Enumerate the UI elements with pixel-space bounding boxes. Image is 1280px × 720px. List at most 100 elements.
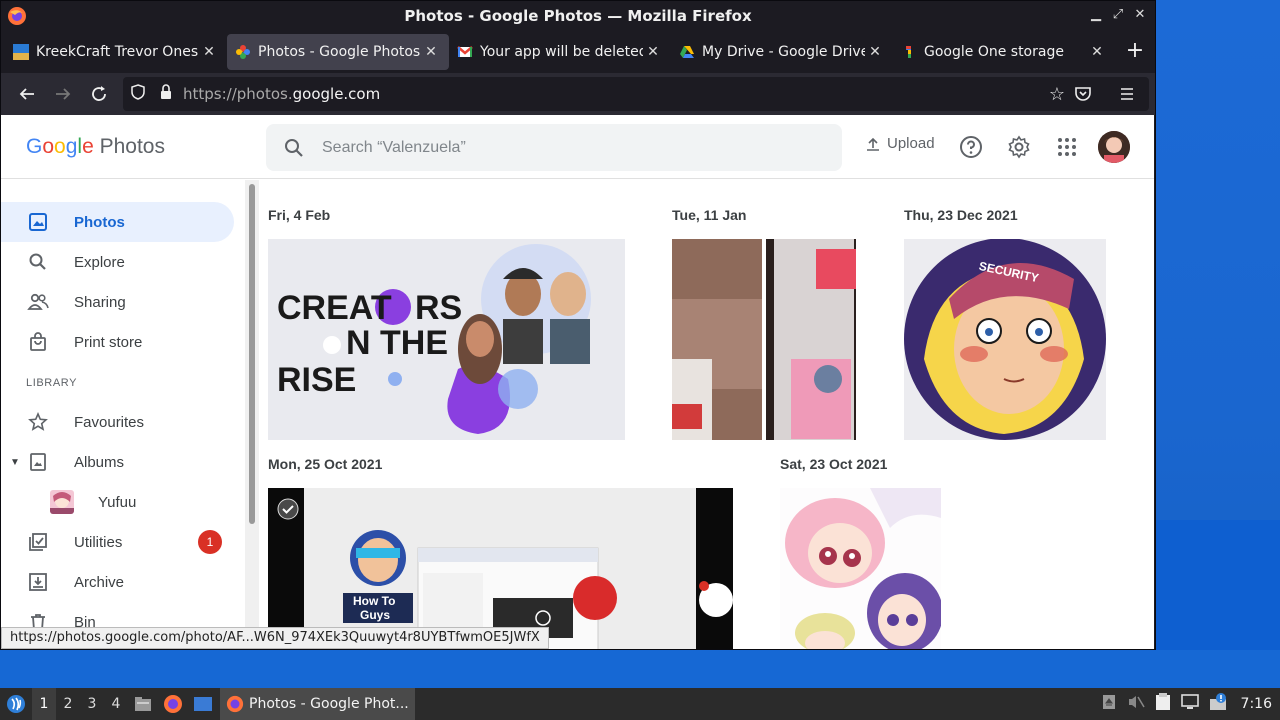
sidebar-item-label: Yufuu <box>98 493 137 511</box>
notification-badge: 1 <box>198 530 222 554</box>
google-photos-logo[interactable]: Google Photos <box>26 135 165 159</box>
lock-icon[interactable] <box>153 84 179 104</box>
clipboard-icon[interactable] <box>1155 693 1171 715</box>
workspace-1[interactable]: 1 <box>32 688 56 720</box>
title-bar: Photos - Google Photos — Mozilla Firefox… <box>1 1 1155 31</box>
photo-thumbnail[interactable]: CREAT RS N THE RISE <box>268 239 625 440</box>
firefox-launcher-icon[interactable] <box>158 694 188 714</box>
close-tab-icon[interactable]: ✕ <box>421 44 441 60</box>
sidebar-item-archive[interactable]: Archive <box>1 562 234 602</box>
maximize-button[interactable]: ⤢ <box>1109 5 1127 25</box>
menu-button[interactable] <box>1109 76 1145 112</box>
desktop-icon[interactable] <box>188 696 218 712</box>
tab-label: KreekCraft Trevor Onesie <box>36 44 199 60</box>
people-icon <box>26 290 50 314</box>
display-icon[interactable] <box>1180 694 1199 714</box>
sidebar-item-favourites[interactable]: Favourites <box>1 402 234 442</box>
photo-thumbnail[interactable] <box>780 488 941 649</box>
tab-label: Photos - Google Photos <box>258 44 421 60</box>
url-domain: google.com <box>292 85 381 103</box>
photo-thumbnail[interactable] <box>766 239 856 440</box>
logo-photos-text: Photos <box>99 135 165 158</box>
sidebar-item-photos[interactable]: Photos <box>1 202 234 242</box>
volume-muted-icon[interactable] <box>1127 694 1145 714</box>
album-thumb <box>50 490 74 514</box>
date-heading: Tue, 11 Jan <box>672 207 747 223</box>
sidebar-item-label: Utilities <box>74 533 123 551</box>
app-header: Google Photos Search “Valenzuela” Upload <box>1 115 1154 179</box>
back-button[interactable] <box>9 76 45 112</box>
apps-grid-icon[interactable] <box>1055 135 1079 159</box>
workspace-4[interactable]: 4 <box>104 696 128 712</box>
tab-label: Your app will be deleted <box>480 44 643 60</box>
taskbar-app-firefox[interactable]: Photos - Google Phot... <box>220 688 415 720</box>
close-window-button[interactable]: ✕ <box>1131 5 1149 25</box>
workspace-3[interactable]: 3 <box>80 696 104 712</box>
tab-google-drive[interactable]: My Drive - Google Drive ✕ <box>671 34 893 70</box>
workspace-2[interactable]: 2 <box>56 696 80 712</box>
tab-strip: KreekCraft Trevor Onesie ✕ Photos - Goog… <box>1 31 1155 73</box>
forward-button[interactable] <box>45 76 81 112</box>
sidebar-item-yufuu[interactable]: Yufuu <box>1 482 234 522</box>
sidebar-item-label: Albums <box>74 453 125 471</box>
tracking-shield-icon[interactable] <box>123 84 153 104</box>
gmail-icon <box>457 46 473 57</box>
minimize-button[interactable]: ▁ <box>1087 5 1105 25</box>
tab-gmail[interactable]: Your app will be deleted ✕ <box>449 34 671 70</box>
scrollbar-thumb[interactable] <box>249 184 255 524</box>
sidebar-scrollbar[interactable] <box>245 180 259 649</box>
close-tab-icon[interactable]: ✕ <box>865 44 885 60</box>
url-prefix: https://photos. <box>183 85 293 103</box>
bookmark-star-icon[interactable]: ☆ <box>1049 84 1065 105</box>
select-checkmark-icon[interactable] <box>277 498 299 520</box>
help-icon[interactable] <box>959 135 983 159</box>
taskbar-app-label: Photos - Google Phot... <box>249 696 409 712</box>
sidebar-item-albums[interactable]: ▼ Albums <box>1 442 234 482</box>
file-manager-icon[interactable] <box>128 696 158 712</box>
photo-thumbnail[interactable]: How To Guys <box>268 488 733 649</box>
photo-thumbnail[interactable]: SECURITY <box>904 239 1106 440</box>
photo-image: How To Guys <box>268 488 733 649</box>
url-text: https://photos.google.com <box>183 85 380 103</box>
reload-button[interactable] <box>81 76 117 112</box>
tab-kreekcraft[interactable]: KreekCraft Trevor Onesie ✕ <box>5 34 227 70</box>
network-update-icon[interactable] <box>1209 693 1227 715</box>
google-drive-icon <box>680 46 694 58</box>
account-avatar[interactable] <box>1098 131 1130 163</box>
photo-thumbnail[interactable] <box>672 239 762 440</box>
clock[interactable]: 7:16 <box>1241 696 1272 712</box>
start-menu-icon[interactable] <box>0 694 32 714</box>
tab-label: My Drive - Google Drive <box>702 44 865 60</box>
sidebar-item-label: Favourites <box>74 413 145 431</box>
upload-button[interactable]: Upload <box>865 135 935 152</box>
close-tab-icon[interactable]: ✕ <box>643 44 663 60</box>
close-tab-icon[interactable]: ✕ <box>199 44 219 60</box>
photo-image <box>766 239 856 440</box>
sidebar-item-utilities[interactable]: Utilities 1 <box>1 522 234 562</box>
creators-text: N THE <box>346 324 448 362</box>
tab-label: Google One storage <box>924 44 1064 60</box>
sidebar-item-label: Sharing <box>74 293 126 311</box>
search-placeholder: Search “Valenzuela” <box>322 138 466 156</box>
album-icon <box>26 450 50 474</box>
pocket-button[interactable] <box>1065 76 1101 112</box>
date-heading: Mon, 25 Oct 2021 <box>268 456 383 472</box>
date-heading: Thu, 23 Dec 2021 <box>904 207 1018 223</box>
tab-google-one[interactable]: Google One storage ✕ <box>893 34 1115 70</box>
sidebar-item-explore[interactable]: Explore <box>1 242 234 282</box>
expand-caret-icon[interactable]: ▼ <box>10 457 20 468</box>
close-tab-icon[interactable]: ✕ <box>1087 44 1107 60</box>
eject-icon[interactable] <box>1101 694 1117 714</box>
search-input[interactable]: Search “Valenzuela” <box>266 124 842 171</box>
url-bar[interactable]: https://photos.google.com ☆ <box>123 77 1149 111</box>
photo-image: CREAT RS N THE RISE <box>268 239 625 440</box>
sidebar-item-sharing[interactable]: Sharing <box>1 282 234 322</box>
sidebar-item-print-store[interactable]: Print store <box>1 322 234 362</box>
date-heading: Sat, 23 Oct 2021 <box>780 456 888 472</box>
creators-text: CREAT <box>277 289 392 327</box>
settings-gear-icon[interactable] <box>1007 135 1031 159</box>
forward-arrow-icon <box>56 88 71 100</box>
new-tab-button[interactable]: + <box>1115 34 1155 70</box>
tab-google-photos[interactable]: Photos - Google Photos ✕ <box>227 34 449 70</box>
system-tray: 7:16 <box>1101 688 1280 720</box>
